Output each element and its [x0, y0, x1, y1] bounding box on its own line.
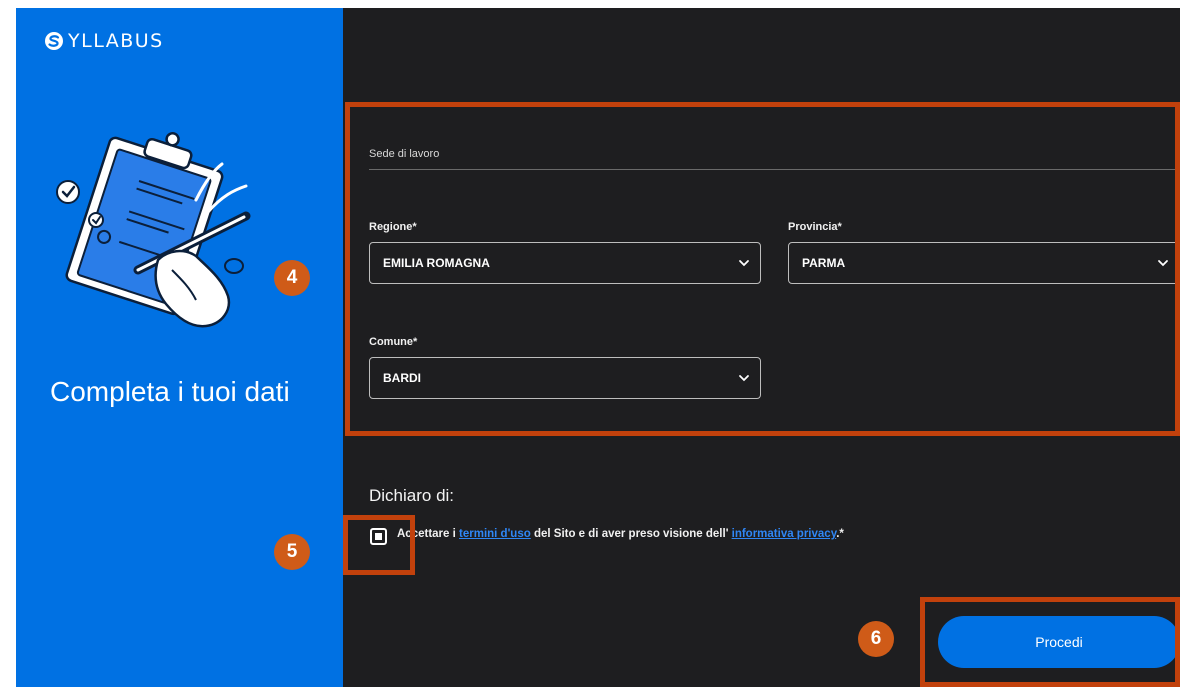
terms-link[interactable]: termini d'uso [459, 528, 531, 540]
brand-logo: YLLABUS [44, 30, 164, 52]
provincia-value: PARMA [802, 256, 846, 270]
chevron-down-icon [739, 260, 749, 267]
procedi-button[interactable]: Procedi [938, 616, 1180, 668]
provincia-select[interactable]: PARMA [788, 242, 1180, 284]
left-panel: YLLABUS Completa i tuoi dati [16, 8, 343, 687]
page-title: Completa i tuoi dati [50, 376, 290, 407]
page-frame: YLLABUS Completa i tuoi dati Sede di lav… [16, 8, 1180, 687]
comune-label: Comune* [369, 336, 418, 348]
consent-prefix: Accettare i [397, 528, 460, 540]
privacy-link[interactable]: informativa privacy [732, 528, 837, 540]
form-panel: Sede di lavoro Regione* EMILIA ROMAGNA P… [343, 8, 1180, 687]
checkbox-icon [375, 533, 382, 540]
consent-suffix: .* [836, 528, 844, 540]
step-badge-4: 4 [274, 260, 310, 296]
regione-select[interactable]: EMILIA ROMAGNA [369, 242, 761, 284]
consent-middle: del Sito e di aver preso visione dell' [530, 528, 732, 540]
comune-value: BARDI [383, 371, 421, 385]
chevron-down-icon [1158, 260, 1168, 267]
step-badge-5: 5 [274, 534, 310, 570]
regione-label: Regione* [369, 221, 417, 233]
declaration-title: Dichiaro di: [369, 486, 455, 505]
accept-terms-checkbox[interactable] [370, 528, 387, 545]
clipboard-illustration [56, 132, 251, 328]
syllabus-logo-icon [45, 32, 63, 50]
consent-text: Accettare i termini d'uso del Sito e di … [397, 528, 844, 540]
section-divider [369, 169, 1180, 170]
provincia-label: Provincia* [788, 221, 842, 233]
section-title: Sede di lavoro [369, 148, 440, 160]
comune-select[interactable]: BARDI [369, 357, 761, 399]
step-badge-6: 6 [858, 621, 894, 657]
chevron-down-icon [739, 375, 749, 382]
brand-name: YLLABUS [68, 30, 164, 52]
regione-value: EMILIA ROMAGNA [383, 256, 490, 270]
